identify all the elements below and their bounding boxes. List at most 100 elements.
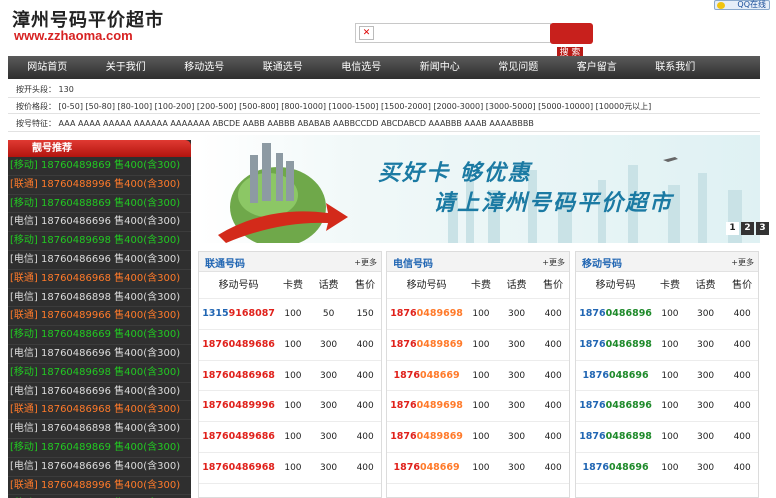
number-row[interactable]: 18760489686 100 300 400 <box>199 422 381 453</box>
panel-more-link[interactable]: +更多 <box>731 257 754 268</box>
sidebar-number-item[interactable]: [联通] 18760489966 售400(含300) <box>8 307 191 327</box>
phone-number[interactable]: 13159168087 <box>199 299 278 329</box>
number-row[interactable]: 18760489698 100 300 400 <box>387 299 569 330</box>
number-row[interactable]: 18760489869 100 300 400 <box>387 422 569 453</box>
sidebar-number-item[interactable]: [联通] 18760486968 售400(含300) <box>8 270 191 289</box>
phone-number-prefix: 1876 <box>202 431 229 443</box>
panel-title[interactable]: 移动号码 <box>582 255 622 270</box>
sale-price: 150 <box>356 309 374 319</box>
phone-number[interactable]: 1876048669 <box>387 361 466 391</box>
phone-number-prefix: 1876 <box>390 431 417 443</box>
number-row[interactable]: 1876048696 100 300 400 <box>576 361 758 392</box>
sidebar-number-item[interactable]: [移动] 18760489698 售400(含300) <box>8 232 191 251</box>
phone-number[interactable]: 18760489698 <box>387 299 466 329</box>
phone-number[interactable]: 18760489996 <box>199 391 278 421</box>
card-fee: 100 <box>472 339 490 350</box>
nav-item[interactable]: 联系我们 <box>636 56 715 79</box>
number-row[interactable]: 1876048669 100 300 400 <box>387 361 569 392</box>
number-row[interactable]: 18760489698 100 300 400 <box>387 391 569 423</box>
phone-number[interactable]: 18760489698 <box>387 391 466 421</box>
phone-number[interactable]: 1876048696 <box>576 361 655 391</box>
card-fee: 100 <box>284 462 302 473</box>
phone-number[interactable]: 18760489869 <box>387 330 466 360</box>
sidebar-number-item[interactable]: [电信] 18760486696 售400(含300) <box>8 345 191 364</box>
phone-number[interactable]: 1876048669 <box>387 453 466 483</box>
nav-item[interactable]: 常见问题 <box>479 56 558 79</box>
sidebar-number-item[interactable]: [移动] 18760489698 售400(含300) <box>8 364 191 383</box>
call-credit: 300 <box>696 309 715 319</box>
sidebar-number-item[interactable]: [联通] 18760488996 售400(含300) <box>8 176 191 195</box>
sidebar-number-item[interactable]: [移动] 18760489869 售400(含300) <box>8 439 191 458</box>
phone-number-suffix: 0486896 <box>605 308 652 319</box>
phone-number[interactable]: 18760486898 <box>576 330 655 360</box>
panel-title[interactable]: 联通号码 <box>205 255 245 270</box>
qq-online-button[interactable]: QQ在线 <box>714 0 770 10</box>
number-row[interactable]: 18760486898 100 300 400 <box>576 330 758 361</box>
number-row[interactable]: 18760486896 100 300 400 <box>576 391 758 423</box>
banner-page-button[interactable]: 3 <box>756 222 769 235</box>
sale-price: 400 <box>544 309 562 319</box>
filter-head-value[interactable]: 130 <box>59 85 74 94</box>
search-input[interactable]: ✕ <box>355 23 551 43</box>
nav-item[interactable]: 关于我们 <box>87 56 166 79</box>
number-row[interactable]: 18760489996 100 300 400 <box>199 391 381 423</box>
banner-page-button[interactable]: 1 <box>726 222 739 235</box>
phone-number[interactable]: 18760486968 <box>199 361 278 391</box>
panel-title[interactable]: 电信号码 <box>393 255 433 270</box>
card-fee: 100 <box>661 432 679 443</box>
sidebar-number-item[interactable]: [电信] 18760486696 售400(含300) <box>8 383 191 402</box>
card-fee: 100 <box>472 309 490 319</box>
sidebar-number-item[interactable]: [移动] 18760488669 售400(含300) <box>8 326 191 345</box>
sidebar-number-item[interactable]: [电信] 18760486696 售400(含300) <box>8 458 191 477</box>
filter-price-value[interactable]: [0-50] [50-80] [80-100] [100-200] [200-5… <box>59 102 652 111</box>
phone-number[interactable]: 18760486898 <box>576 422 655 452</box>
column-header: 卡费 <box>659 280 680 291</box>
panel-header: 移动号码 +更多 <box>576 252 758 272</box>
number-row[interactable]: 13159168087 100 50 150 <box>199 299 381 330</box>
nav-item[interactable]: 客户留言 <box>558 56 637 79</box>
number-row[interactable]: 18760486968 100 300 400 <box>199 361 381 392</box>
sidebar-number-item[interactable]: [联通] 18760486968 售400(含300) <box>8 401 191 421</box>
sidebar-number-item[interactable]: [移动] 18760489869 售400(含300) <box>8 157 191 176</box>
number-row[interactable]: 18760486968 100 300 400 <box>199 453 381 484</box>
phone-number-prefix: 1876 <box>202 369 229 381</box>
banner-page-button[interactable]: 2 <box>741 222 754 235</box>
call-credit: 300 <box>696 462 715 473</box>
sidebar-number-item[interactable]: [移动] 18760488869 售400(含300) <box>8 195 191 214</box>
card-fee: 100 <box>284 309 302 319</box>
phone-number[interactable]: 18760489869 <box>387 422 466 452</box>
number-row[interactable]: 1876048696 100 300 400 <box>576 453 758 484</box>
sidebar-number-item[interactable]: [联通] 18760488996 售400(含300) <box>8 477 191 496</box>
banner[interactable]: 买好卡 够优惠 请上漳州号码平价超市 <box>198 135 760 243</box>
panel-more-link[interactable]: +更多 <box>354 257 377 268</box>
nav-item[interactable]: 移动选号 <box>165 56 244 79</box>
call-credit: 300 <box>319 339 338 350</box>
sidebar-number-item[interactable]: [电信] 18760486696 售400(含300) <box>8 213 191 233</box>
sidebar-number-item[interactable]: [电信] 18760486696 售400(含300) <box>8 251 191 270</box>
sidebar-number-item[interactable]: [电信] 18760486898 售400(含300) <box>8 420 191 439</box>
number-row[interactable]: 18760486898 100 300 400 <box>576 422 758 453</box>
search-button[interactable] <box>550 23 593 44</box>
number-row[interactable]: 18760486896 100 300 400 <box>576 299 758 330</box>
filter-feature-value[interactable]: AAA AAAA AAAAA AAAAAA AAAAAAA ABCDE AABB… <box>59 119 534 128</box>
number-row[interactable]: 18760489869 100 300 400 <box>387 330 569 361</box>
phone-number[interactable]: 18760489686 <box>199 330 278 360</box>
nav-item[interactable]: 联通选号 <box>244 56 323 79</box>
nav-item[interactable]: 新闻中心 <box>401 56 480 79</box>
panel-more-link[interactable]: +更多 <box>542 257 565 268</box>
call-credit: 300 <box>507 401 526 412</box>
site-url[interactable]: www.zzhaoma.com <box>14 28 133 43</box>
phone-number[interactable]: 18760486896 <box>576 391 655 421</box>
sidebar-number-item[interactable]: [电信] 18760486898 售400(含300) <box>8 289 191 308</box>
phone-number[interactable]: 18760486896 <box>576 299 655 329</box>
phone-number[interactable]: 18760486968 <box>199 453 278 483</box>
phone-number[interactable]: 1876048696 <box>576 453 655 483</box>
phone-number-prefix: 1876 <box>582 369 609 381</box>
nav-item[interactable]: 电信选号 <box>322 56 401 79</box>
nav-item[interactable]: 网站首页 <box>8 56 87 79</box>
phone-number[interactable]: 18760489686 <box>199 422 278 452</box>
column-header: 卡费 <box>282 280 303 291</box>
number-row[interactable]: 1876048669 100 300 400 <box>387 453 569 484</box>
sale-price: 400 <box>733 432 751 443</box>
number-row[interactable]: 18760489686 100 300 400 <box>199 330 381 361</box>
